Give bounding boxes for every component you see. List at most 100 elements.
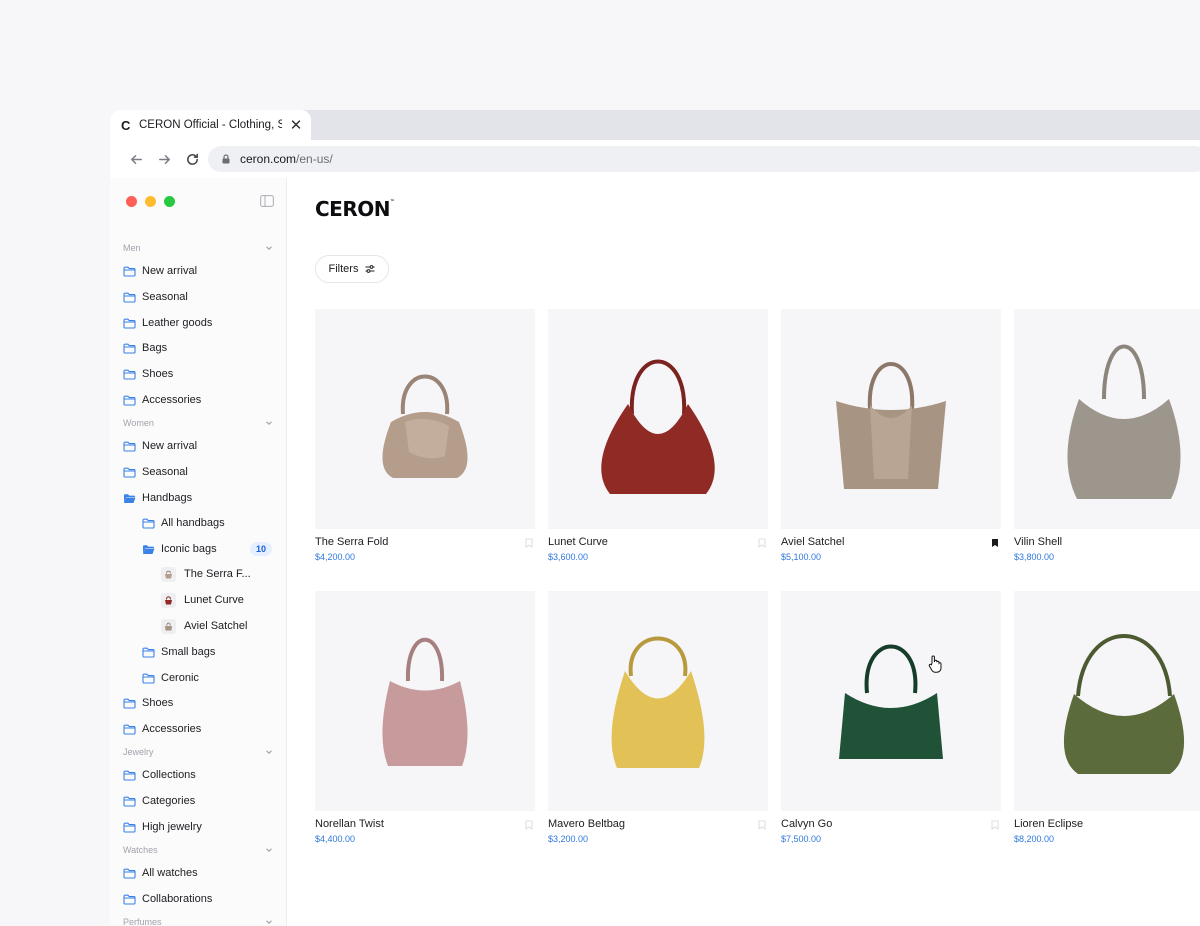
product-name[interactable]: The Serra Fold <box>315 536 388 548</box>
sidebar-item-women-accessories[interactable]: Accessories <box>123 720 201 738</box>
sidebar-item-bags[interactable]: Bags <box>123 339 167 357</box>
sidebar-item-all-watches[interactable]: All watches <box>123 864 198 882</box>
sidebar-item-small-bags[interactable]: Small bags <box>142 643 215 661</box>
close-icon[interactable]: ✕ <box>288 116 304 134</box>
product-image[interactable] <box>315 591 535 811</box>
section-watches[interactable]: Watches <box>123 845 273 855</box>
handbag-image <box>836 362 946 489</box>
back-button[interactable] <box>122 147 150 171</box>
product-image[interactable] <box>548 309 768 529</box>
sidebar-item-label: Seasonal <box>142 466 188 478</box>
product-image[interactable] <box>548 591 768 811</box>
count-badge: 10 <box>250 542 272 556</box>
handbag-icon <box>165 595 172 604</box>
product-card[interactable]: The Serra Fold $4,200.00 <box>315 309 535 562</box>
bookmark-icon[interactable] <box>525 820 533 830</box>
product-card[interactable]: Calvyn Go $7,500.00 <box>781 591 1001 844</box>
product-card[interactable]: Lunet Curve $3,600.00 <box>548 309 768 562</box>
section-label: Men <box>123 243 141 253</box>
arrow-left-icon <box>130 154 142 164</box>
maximize-window-button[interactable] <box>164 196 175 207</box>
product-card[interactable]: Vilin Shell $3,800.00 <box>1014 309 1200 562</box>
product-thumbnail <box>161 592 176 608</box>
forward-button[interactable] <box>150 147 178 171</box>
product-card[interactable]: Aviel Satchel $5,100.00 <box>781 309 1001 562</box>
sidebar-item-women-seasonal[interactable]: Seasonal <box>123 463 188 481</box>
browser-tab[interactable]: C CERON Official - Clothing, Shoes & Acc… <box>110 110 311 140</box>
handbag-icon <box>165 570 172 578</box>
close-window-button[interactable] <box>126 196 137 207</box>
bookmark-icon[interactable] <box>758 820 766 830</box>
folder-icon <box>123 467 136 478</box>
sidebar-item-all-handbags[interactable]: All handbags <box>142 514 225 532</box>
folder-open-icon <box>143 544 155 554</box>
product-card[interactable]: Lioren Eclipse $8,200.00 <box>1014 591 1200 844</box>
sidebar-item-men-seasonal[interactable]: Seasonal <box>123 288 188 306</box>
product-card[interactable]: Mavero Beltbag $3,200.00 <box>548 591 768 844</box>
sidebar-item-serra-fold[interactable]: The Serra F... <box>161 565 251 583</box>
section-women[interactable]: Women <box>123 418 273 428</box>
bookmark-icon[interactable] <box>525 538 533 548</box>
sidebar-item-label: Leather goods <box>142 317 213 329</box>
sidebar-item-men-new-arrival[interactable]: New arrival <box>123 262 197 280</box>
filters-button[interactable]: Filters <box>315 255 389 283</box>
url-field[interactable]: ceron.com/en-us/ <box>208 146 1200 172</box>
sidebar-item-ceronic[interactable]: Ceronic <box>142 669 199 687</box>
product-name[interactable]: Vilin Shell <box>1014 536 1062 548</box>
product-image[interactable] <box>781 309 1001 529</box>
sidebar-toggle-icon[interactable] <box>260 195 274 207</box>
section-label: Perfumes <box>123 917 162 926</box>
sidebar-item-collections[interactable]: Collections <box>123 766 196 784</box>
product-name[interactable]: Lunet Curve <box>548 536 608 548</box>
sidebar-item-women-new-arrival[interactable]: New arrival <box>123 437 197 455</box>
sidebar-item-label: Bags <box>142 342 168 354</box>
sidebar-item-leather-goods[interactable]: Leather goods <box>123 314 212 332</box>
minimize-window-button[interactable] <box>145 196 156 207</box>
bookmark-icon[interactable] <box>991 820 999 830</box>
sidebar-item-women-shoes[interactable]: Shoes <box>123 694 173 712</box>
window-controls <box>126 196 175 207</box>
reload-button[interactable] <box>178 147 206 171</box>
folder-icon <box>123 724 136 735</box>
sliders-icon <box>365 265 375 273</box>
product-name[interactable]: Norellan Twist <box>315 818 384 830</box>
section-jewelry[interactable]: Jewelry <box>123 747 273 757</box>
sidebar-item-aviel-satchel[interactable]: Aviel Satchel <box>161 617 247 635</box>
product-card[interactable]: Norellan Twist $4,400.00 <box>315 591 535 844</box>
sidebar-item-categories[interactable]: Categories <box>123 792 195 810</box>
product-name[interactable]: Calvyn Go <box>781 818 832 830</box>
bookmark-icon[interactable] <box>991 538 999 548</box>
handbag-image <box>1063 634 1185 774</box>
product-image[interactable] <box>781 591 1001 811</box>
sidebar-item-handbags[interactable]: Handbags <box>123 489 192 507</box>
product-price: $3,800.00 <box>1014 552 1055 562</box>
section-label: Watches <box>123 845 158 855</box>
sidebar-item-label: The Serra F... <box>184 568 251 580</box>
product-price: $5,100.00 <box>781 552 822 562</box>
folder-icon <box>123 266 136 277</box>
sidebar-item-label: Lunet Curve <box>184 594 244 606</box>
product-price: $4,200.00 <box>315 552 356 562</box>
brand-logo[interactable]: CERON™ <box>315 197 395 221</box>
sidebar-item-label: All handbags <box>161 517 225 529</box>
product-image[interactable] <box>1014 309 1200 529</box>
section-men[interactable]: Men <box>123 243 273 253</box>
folder-icon <box>123 318 136 329</box>
sidebar-item-collaborations[interactable]: Collaborations <box>123 890 212 908</box>
product-name[interactable]: Lioren Eclipse <box>1014 818 1083 830</box>
sidebar-item-lunet-curve[interactable]: Lunet Curve <box>161 591 244 609</box>
section-perfumes[interactable]: Perfumes <box>123 917 273 926</box>
product-name[interactable]: Aviel Satchel <box>781 536 844 548</box>
sidebar-item-iconic-bags[interactable]: Iconic bags <box>142 540 217 558</box>
bookmark-icon[interactable] <box>758 538 766 548</box>
folder-icon <box>123 441 136 452</box>
sidebar-item-high-jewelry[interactable]: High jewelry <box>123 818 202 836</box>
sidebar-item-men-shoes[interactable]: Shoes <box>123 365 173 383</box>
folder-icon <box>123 698 136 709</box>
sidebar-item-men-accessories[interactable]: Accessories <box>123 391 201 409</box>
folder-icon <box>123 868 136 879</box>
product-name[interactable]: Mavero Beltbag <box>548 818 625 830</box>
product-image[interactable] <box>1014 591 1200 811</box>
product-image[interactable] <box>315 309 535 529</box>
folder-icon <box>123 395 136 406</box>
